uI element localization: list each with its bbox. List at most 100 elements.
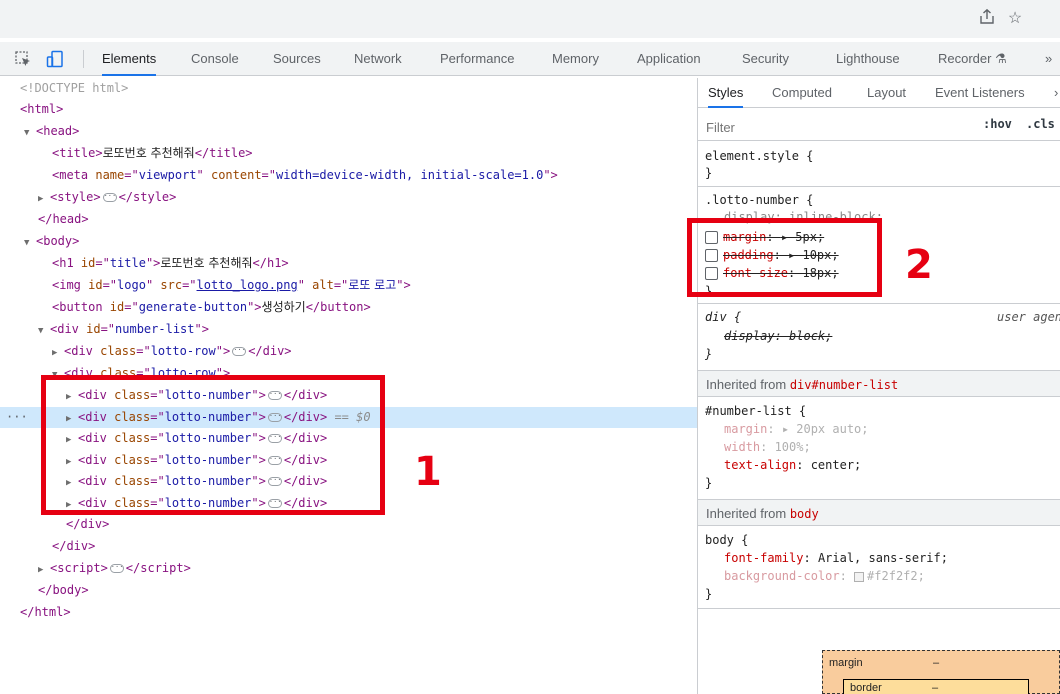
inherited-from-body: Inherited from body	[698, 499, 1060, 526]
dom-img[interactable]: <img id="logo" src="lotto_logo.png" alt=…	[0, 275, 697, 296]
img-alt-value: 로또 로고	[348, 278, 397, 292]
share-icon[interactable]	[976, 8, 998, 30]
styles-subtabs: Styles Computed Layout Event Listeners ›	[698, 78, 1060, 108]
expanded-triangle-icon[interactable]: ▼	[24, 233, 36, 254]
element-style-selector[interactable]: element.style {	[698, 148, 1060, 165]
ellipsis-icon[interactable]: ···	[232, 347, 247, 356]
more-options-icon[interactable]: ···	[6, 407, 28, 428]
element-style-close: }	[705, 166, 713, 180]
dom-script[interactable]: ▶ <script> ··· </script>	[0, 558, 697, 579]
inherited-body-link[interactable]: body	[790, 507, 819, 521]
meta-name-value: viewport	[138, 168, 197, 182]
tab-memory[interactable]: Memory	[552, 42, 599, 76]
color-swatch[interactable]	[854, 571, 865, 582]
styles-filter-input[interactable]	[706, 117, 961, 137]
dom-h1[interactable]: <h1 id="title">로또번호 추천해줘</h1>	[0, 253, 697, 274]
dom-doctype[interactable]: <!DOCTYPE html>	[0, 78, 697, 99]
html-open-tag: <html>	[20, 102, 64, 116]
cls-button[interactable]: .cls	[1026, 117, 1055, 131]
tab-sources[interactable]: Sources	[273, 42, 321, 76]
doctype-text: <!DOCTYPE html>	[20, 81, 129, 95]
subtab-styles[interactable]: Styles	[708, 78, 744, 108]
number-list-margin[interactable]: margin: ▸ 20px auto;	[698, 421, 1060, 438]
flask-icon: ⚗	[995, 51, 1007, 66]
meta-content-value: width=device-width, initial-scale=1.0	[276, 168, 544, 182]
h1-id-value: title	[109, 256, 146, 270]
subtab-layout[interactable]: Layout	[867, 78, 906, 108]
expanded-triangle-icon[interactable]: ▼	[24, 123, 36, 144]
inherited-label: Inherited from	[706, 377, 787, 392]
subtab-computed[interactable]: Computed	[772, 78, 832, 108]
dom-button[interactable]: <button id="generate-button">생성하기</butto…	[0, 297, 697, 318]
dom-head-open[interactable]: ▼ <head>	[0, 121, 697, 142]
annotation-number-1: 1	[414, 449, 442, 495]
dom-lotto-row-collapsed[interactable]: ▶ <div class="lotto-row"> ··· </div>	[0, 341, 697, 362]
dom-meta[interactable]: <meta name="viewport" content="width=dev…	[0, 165, 697, 186]
dom-body-open[interactable]: ▼ <body>	[0, 231, 697, 252]
dom-row-close[interactable]: </div>	[0, 514, 697, 535]
tab-console[interactable]: Console	[191, 42, 239, 76]
annotation-box-1	[41, 375, 385, 515]
tab-performance[interactable]: Performance	[440, 42, 514, 76]
inherited-from-number-list: Inherited from div#number-list	[698, 370, 1060, 397]
dom-style[interactable]: ▶ <style> ··· </style>	[0, 187, 697, 208]
div-ua-close: }	[705, 347, 713, 361]
annotation-number-2: 2	[905, 242, 933, 288]
bookmark-star-icon[interactable]: ☆	[1004, 8, 1026, 30]
div-display-text: display: block;	[724, 329, 833, 343]
box-model-border: border –	[843, 679, 1029, 694]
box-model-diagram: margin – border –	[822, 650, 1060, 694]
body-background-color[interactable]: background-color: #f2f2f2;	[698, 568, 1060, 585]
number-list-text-align-val: center;	[810, 458, 862, 472]
box-model-border-value[interactable]: –	[932, 682, 938, 694]
subtab-more[interactable]: ›	[1054, 78, 1058, 108]
more-tabs-button[interactable]: »	[1045, 42, 1052, 76]
body-selector[interactable]: body {	[698, 532, 1060, 549]
tab-recorder[interactable]: Recorder ⚗	[938, 42, 1007, 76]
dom-number-list[interactable]: ▼ <div id="number-list">	[0, 319, 697, 340]
box-model-margin-label: margin	[829, 657, 863, 669]
subtab-event-listeners[interactable]: Event Listeners	[935, 78, 1025, 108]
hov-button[interactable]: :hov	[983, 117, 1012, 131]
dom-body-close[interactable]: </body>	[0, 580, 697, 601]
browser-toolbar: ☆	[0, 0, 1060, 38]
device-toolbar-icon[interactable]	[46, 50, 64, 68]
ellipsis-icon[interactable]: ···	[109, 564, 124, 573]
img-src-link[interactable]: lotto_logo.png	[197, 278, 298, 292]
tab-network[interactable]: Network	[354, 42, 402, 76]
tab-lighthouse[interactable]: Lighthouse	[836, 42, 900, 76]
number-list-width-val: 100%;	[774, 440, 811, 454]
rule-divider	[698, 303, 1060, 304]
inspect-element-icon[interactable]	[14, 50, 32, 68]
dom-head-close[interactable]: </head>	[0, 209, 697, 230]
number-list-close: }	[705, 476, 713, 490]
number-list-text-align[interactable]: text-align: center;	[698, 457, 1060, 474]
dom-html-open[interactable]: <html>	[0, 99, 697, 120]
ellipsis-icon[interactable]: ···	[102, 193, 117, 202]
styles-pane: Styles Computed Layout Event Listeners ›…	[697, 78, 1060, 694]
dom-number-list-close[interactable]: </div>	[0, 536, 697, 557]
tab-security[interactable]: Security	[742, 42, 789, 76]
annotation-box-2	[687, 218, 882, 297]
dom-title[interactable]: <title>로또번호 추천해줘</title>	[0, 143, 697, 164]
collapsed-triangle-icon[interactable]: ▶	[38, 189, 50, 210]
h1-text: 로또번호 추천해줘	[160, 256, 253, 270]
div-display-declaration[interactable]: display: block;	[698, 328, 1060, 345]
collapsed-triangle-icon[interactable]: ▶	[52, 343, 64, 364]
row-class-value: lotto-row	[150, 344, 216, 358]
img-id-value: logo	[117, 278, 146, 292]
tab-application[interactable]: Application	[637, 42, 701, 76]
body-font-family[interactable]: font-family: Arial, sans-serif;	[698, 550, 1060, 567]
box-model-margin-value[interactable]: –	[933, 657, 939, 669]
expanded-triangle-icon[interactable]: ▼	[38, 321, 50, 342]
number-list-width[interactable]: width: 100%;	[698, 439, 1060, 456]
button-id-value: generate-button	[138, 300, 248, 314]
inherited-number-list-link[interactable]: div#number-list	[790, 378, 898, 392]
lotto-number-selector[interactable]: .lotto-number {	[698, 192, 1060, 209]
div-ua-selector[interactable]: div {user agent stylesheet	[698, 309, 1060, 326]
number-list-selector[interactable]: #number-list {	[698, 403, 1060, 420]
tab-elements[interactable]: Elements	[102, 42, 157, 76]
collapsed-triangle-icon[interactable]: ▶	[38, 560, 50, 581]
rule-divider	[698, 186, 1060, 187]
dom-html-close[interactable]: </html>	[0, 602, 697, 623]
